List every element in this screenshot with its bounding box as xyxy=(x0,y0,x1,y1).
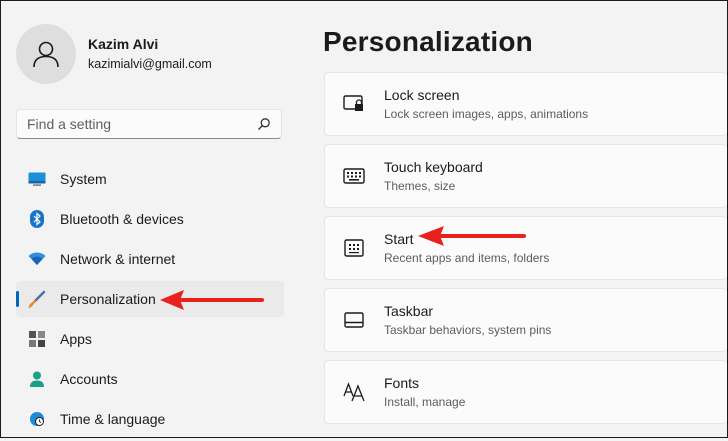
card-subtitle: Taskbar behaviors, system pins xyxy=(384,323,552,337)
search-icon[interactable] xyxy=(257,117,271,131)
settings-list: Lock screen Lock screen images, apps, an… xyxy=(324,72,728,432)
sidebar-item-apps[interactable]: Apps xyxy=(16,321,284,357)
search-box[interactable] xyxy=(16,109,282,139)
sidebar-item-bluetooth[interactable]: Bluetooth & devices xyxy=(16,201,284,237)
globe-clock-icon xyxy=(28,410,46,428)
sidebar-item-label: Personalization xyxy=(60,291,156,307)
card-title: Fonts xyxy=(384,375,420,391)
annotation-arrow-icon xyxy=(418,226,526,246)
lock-screen-icon xyxy=(343,93,365,115)
card-subtitle: Install, manage xyxy=(384,395,466,409)
start-menu-icon xyxy=(343,237,365,259)
user-name: Kazim Alvi xyxy=(88,36,159,52)
card-title: Taskbar xyxy=(384,303,434,319)
sidebar-item-system[interactable]: System xyxy=(16,161,284,197)
sidebar-item-label: Network & internet xyxy=(60,251,176,267)
user-email: kazimialvi@gmail.com xyxy=(88,57,212,71)
sidebar-item-label: Apps xyxy=(60,331,92,347)
card-lock-screen[interactable]: Lock screen Lock screen images, apps, an… xyxy=(324,72,728,136)
wifi-icon xyxy=(28,250,46,268)
person-icon xyxy=(33,41,59,68)
bluetooth-icon xyxy=(28,210,46,228)
search-input[interactable] xyxy=(27,116,247,132)
apps-icon xyxy=(28,330,46,348)
fonts-icon xyxy=(343,381,365,403)
sidebar-item-label: System xyxy=(60,171,107,187)
card-subtitle: Recent apps and items, folders xyxy=(384,251,550,265)
person-icon xyxy=(28,370,46,388)
paintbrush-icon xyxy=(28,290,46,308)
sidebar-item-label: Bluetooth & devices xyxy=(60,211,184,227)
sidebar-item-label: Time & language xyxy=(60,411,166,427)
taskbar-icon xyxy=(343,309,365,331)
card-title: Touch keyboard xyxy=(384,159,483,175)
monitor-icon xyxy=(28,170,46,188)
avatar[interactable] xyxy=(16,24,76,84)
keyboard-icon xyxy=(343,165,365,187)
sidebar-item-time-language[interactable]: Time & language xyxy=(16,401,284,437)
card-fonts[interactable]: Fonts Install, manage xyxy=(324,360,728,424)
sidebar-item-label: Accounts xyxy=(60,371,118,387)
card-subtitle: Lock screen images, apps, animations xyxy=(384,107,589,121)
card-touch-keyboard[interactable]: Touch keyboard Themes, size xyxy=(324,144,728,208)
annotation-arrow-icon xyxy=(160,290,264,310)
sidebar-item-network[interactable]: Network & internet xyxy=(16,241,284,277)
user-profile[interactable]: Kazim Alvi kazimialvi@gmail.com xyxy=(16,24,212,84)
sidebar-item-accounts[interactable]: Accounts xyxy=(16,361,284,397)
card-subtitle: Themes, size xyxy=(384,179,456,193)
card-taskbar[interactable]: Taskbar Taskbar behaviors, system pins xyxy=(324,288,728,352)
page-title: Personalization xyxy=(323,26,533,57)
card-title: Lock screen xyxy=(384,87,460,103)
